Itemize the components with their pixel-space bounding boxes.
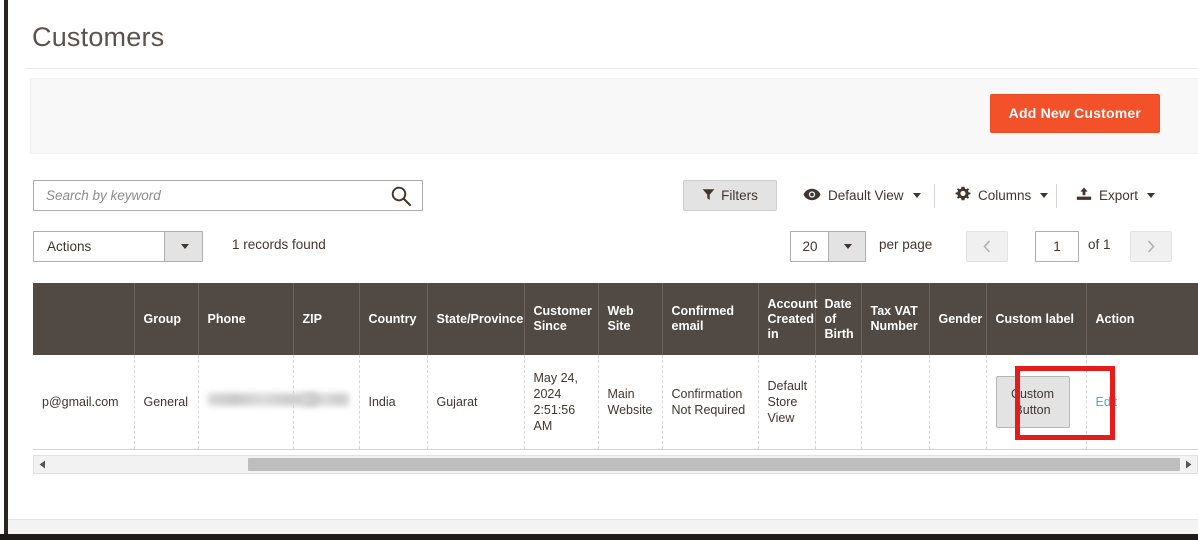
page-actions-panel: Add New Customer	[30, 78, 1198, 154]
column-header-state-province[interactable]: State/Province	[427, 283, 524, 355]
column-header-customer-since[interactable]: Customer Since	[524, 283, 598, 355]
per-page-dropdown-arrow[interactable]	[828, 232, 865, 261]
column-header-country[interactable]: Country	[359, 283, 427, 355]
custom-button[interactable]: Custom Button	[996, 376, 1070, 428]
cell-gender	[929, 355, 986, 449]
page-footer-strip	[8, 519, 1198, 534]
chevron-down-icon	[1040, 193, 1048, 198]
upload-icon	[1076, 187, 1092, 204]
scrollbar-thumb[interactable]	[248, 458, 1180, 471]
chevron-left-icon	[983, 240, 991, 253]
add-new-customer-button[interactable]: Add New Customer	[990, 94, 1160, 133]
column-header-phone[interactable]: Phone	[198, 283, 293, 355]
column-header-web-site[interactable]: Web Site	[598, 283, 662, 355]
edit-link[interactable]: Edit	[1096, 395, 1118, 409]
column-header-gender[interactable]: Gender	[929, 283, 986, 355]
grid-body: p@gmail.com General India Gujarat May 24…	[33, 355, 1198, 449]
actions-dropdown-arrow[interactable]	[164, 232, 202, 261]
cell-email: p@gmail.com	[33, 355, 134, 449]
default-view-control[interactable]: Default View	[803, 180, 921, 211]
export-control[interactable]: Export	[1076, 180, 1155, 211]
funnel-icon	[702, 188, 715, 204]
column-header-email[interactable]	[33, 283, 134, 355]
chevron-down-icon	[913, 193, 921, 198]
admin-page: Customers Add New Customer Filters	[8, 0, 1198, 519]
chevron-down-icon	[844, 244, 852, 249]
per-page-label: per page	[879, 237, 932, 252]
title-divider	[26, 68, 1198, 69]
table-row[interactable]: p@gmail.com General India Gujarat May 24…	[33, 355, 1198, 449]
cell-custom-label: Custom Button	[986, 355, 1086, 449]
triangle-left-icon[interactable]	[34, 456, 51, 473]
redacted-phone-value	[208, 393, 316, 406]
page-number-input[interactable]	[1036, 232, 1078, 261]
column-header-date-of-birth[interactable]: Date of Birth	[815, 283, 861, 355]
column-header-group[interactable]: Group	[134, 283, 198, 355]
cell-zip	[293, 355, 359, 449]
cell-action: Edit	[1086, 355, 1198, 449]
grid-toolbar-primary: Filters Default View Columns	[8, 180, 1198, 214]
column-header-zip[interactable]: ZIP	[293, 283, 359, 355]
search-icon[interactable]	[390, 185, 412, 207]
toolbar-separator	[934, 184, 935, 208]
cell-phone	[198, 355, 293, 449]
window-frame-bottom-edge	[0, 534, 1198, 540]
chevron-down-icon	[181, 244, 189, 249]
actions-label: Actions	[34, 239, 91, 254]
search-input[interactable]	[44, 181, 384, 210]
column-header-confirmed-email[interactable]: Confirmed email	[662, 283, 758, 355]
grid-header-row: Group Phone ZIP Country State/Province C…	[33, 283, 1198, 355]
cell-country: India	[359, 355, 427, 449]
column-header-account-created-in[interactable]: Account Created in	[758, 283, 815, 355]
page-title: Customers	[32, 20, 164, 54]
page-total-label: of 1	[1088, 237, 1111, 252]
cell-web-site: Main Website	[598, 355, 662, 449]
columns-control[interactable]: Columns	[955, 180, 1048, 211]
filters-label: Filters	[721, 188, 758, 203]
toolbar-separator	[1056, 184, 1057, 208]
actions-dropdown[interactable]: Actions	[33, 231, 203, 262]
column-header-tax-vat-number[interactable]: Tax VAT Number	[861, 283, 929, 355]
chevron-down-icon	[1147, 193, 1155, 198]
cell-state-province: Gujarat	[427, 355, 524, 449]
previous-page-button[interactable]	[966, 231, 1008, 262]
column-header-action: Action	[1086, 283, 1198, 355]
default-view-label: Default View	[828, 188, 904, 203]
page-number-box[interactable]	[1035, 231, 1079, 262]
per-page-value: 20	[791, 239, 829, 254]
per-page-dropdown[interactable]: 20	[790, 231, 866, 262]
filters-button[interactable]: Filters	[683, 180, 777, 211]
chevron-right-icon	[1147, 240, 1155, 253]
export-label: Export	[1099, 188, 1138, 203]
search-box[interactable]	[33, 180, 423, 211]
customer-grid: Group Phone ZIP Country State/Province C…	[33, 283, 1198, 450]
scrollbar-track[interactable]	[51, 456, 1180, 473]
records-found-label: 1 records found	[232, 237, 326, 252]
cell-group: General	[134, 355, 198, 449]
cell-account-created-in: Default Store View	[758, 355, 815, 449]
cell-customer-since: May 24, 2024 2:51:56 AM	[524, 355, 598, 449]
gear-icon	[955, 186, 971, 205]
columns-label: Columns	[978, 188, 1031, 203]
cell-date-of-birth	[815, 355, 861, 449]
eye-icon	[803, 188, 821, 204]
redacted-zip-value	[303, 393, 349, 406]
cell-tax-vat-number	[861, 355, 929, 449]
grid-horizontal-scrollbar[interactable]	[33, 455, 1198, 474]
grid-toolbar-secondary: Actions 1 records found 20 per page of 1	[8, 231, 1198, 263]
next-page-button[interactable]	[1130, 231, 1172, 262]
cell-confirmed-email: Confirmation Not Required	[662, 355, 758, 449]
customer-grid-container: Group Phone ZIP Country State/Province C…	[33, 283, 1198, 453]
column-header-custom-label[interactable]: Custom label	[986, 283, 1086, 355]
triangle-right-icon[interactable]	[1180, 456, 1197, 473]
